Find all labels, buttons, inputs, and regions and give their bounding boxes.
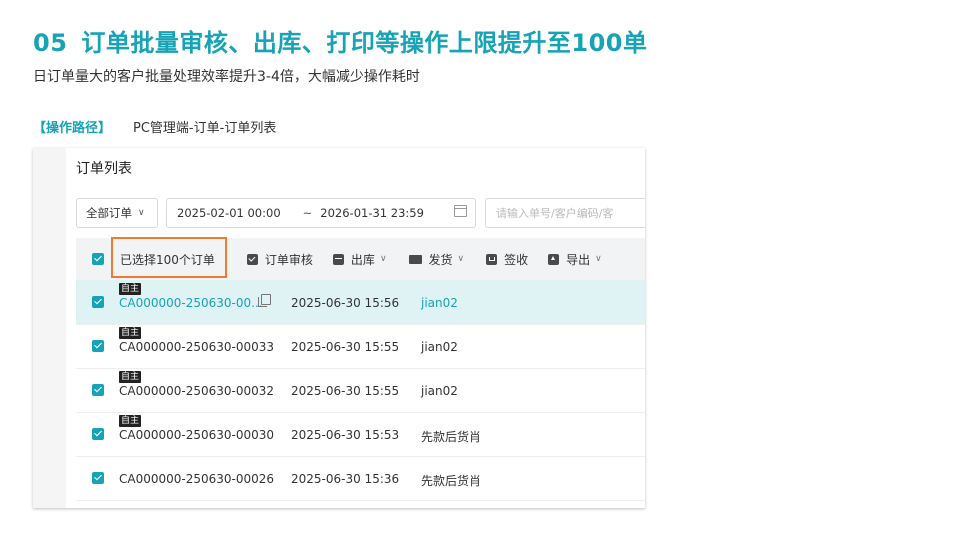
screenshot-frame: 订单列表 全部订单 ∨ 2025-02-01 00:00 ~ 2026-01-3… [33,148,645,508]
order-time: 2025-06-30 15:53 [291,428,400,442]
chevron-down-icon: ∨ [138,208,145,218]
path-value: PC管理端-订单-订单列表 [133,121,277,136]
order-number[interactable]: CA000000-250630-00026 [119,472,274,486]
customer-name: jian02 [421,296,458,310]
chevron-down-icon: ∨ [595,254,602,264]
table-row[interactable]: 自主 CA000000-250630-00033 2025-06-30 15:5… [76,324,645,369]
path-tag: 【操作路径】 [33,121,112,136]
box-icon [332,253,344,265]
status-badge: 自主 [119,283,142,295]
chevron-down-icon: ∨ [379,254,387,264]
calendar-icon[interactable] [454,205,467,217]
check-square-icon [246,253,258,265]
order-filter-select[interactable]: 全部订单 ∨ [76,198,158,228]
page-title: 订单列表 [76,161,132,177]
order-list-panel: 订单列表 全部订单 ∨ 2025-02-01 00:00 ~ 2026-01-3… [66,148,645,508]
search-input[interactable] [496,206,645,220]
slide-title: 05 订单批量审核、出库、打印等操作上限提升至100单 [33,23,648,58]
customer-name: 先款后货肖 [421,430,482,444]
row-checkbox[interactable] [92,384,104,396]
table-row[interactable]: 自主 CA000000-250630-00030 2025-06-30 15:5… [76,412,645,457]
table-row[interactable]: 自主 CA000000-250630-00... 2025-06-30 15:5… [76,280,645,325]
date-end: 2026-01-31 23:59 [320,206,424,220]
table-row[interactable]: 自主 CA000000-250630-00032 2025-06-30 15:5… [76,368,645,413]
row-checkbox[interactable] [92,340,104,352]
date-start: 2025-02-01 00:00 [177,206,281,220]
select-all-checkbox[interactable] [92,253,104,265]
audit-label: 订单审核 [264,252,313,267]
date-range-picker[interactable]: 2025-02-01 00:00 ~ 2026-01-31 23:59 [166,198,476,228]
copy-icon[interactable] [258,294,271,307]
customer-name: 先款后货肖 [421,474,482,488]
row-checkbox[interactable] [92,296,104,308]
upload-icon [548,253,560,265]
export-button[interactable]: 导出 ∨ [548,251,602,268]
ship-button[interactable]: 发货 ∨ [408,251,465,268]
bag-icon [486,253,498,265]
slide-number: 05 [33,29,68,57]
status-badge: 自主 [119,371,142,383]
sign-label: 签收 [504,252,529,267]
slide-heading: 订单批量审核、出库、打印等操作上限提升至100单 [81,29,648,57]
order-time: 2025-06-30 15:55 [291,384,400,398]
status-badge: 自主 [119,327,142,339]
row-checkbox[interactable] [92,472,104,484]
customer-name: jian02 [421,340,458,354]
slide-subtitle: 日订单量大的客户批量处理效率提升3-4倍，大幅减少操作耗时 [33,69,420,85]
order-number[interactable]: CA000000-250630-00... [119,296,263,310]
order-number[interactable]: CA000000-250630-00030 [119,428,274,442]
order-number[interactable]: CA000000-250630-00033 [119,340,274,354]
selection-highlight-box [111,237,227,278]
sign-button[interactable]: 签收 [486,251,528,268]
status-badge: 自主 [119,415,142,427]
truck-icon [408,254,422,264]
export-label: 导出 [566,252,591,267]
order-time: 2025-06-30 15:36 [291,472,400,486]
table-row[interactable]: CA000000-250630-00026 2025-06-30 15:36 先… [76,456,645,501]
outbound-button[interactable]: 出库 ∨ [332,251,387,268]
audit-button[interactable]: 订单审核 [246,251,313,268]
order-number[interactable]: CA000000-250630-00032 [119,384,274,398]
outbound-label: 出库 [350,252,375,267]
order-filter-value: 全部订单 [86,206,132,220]
chevron-down-icon: ∨ [457,254,465,264]
search-box[interactable] [485,198,645,228]
ship-label: 发货 [428,252,453,267]
order-time: 2025-06-30 15:56 [291,296,400,310]
operation-path: 【操作路径】 PC管理端-订单-订单列表 [33,117,276,136]
date-separator: ~ [302,206,313,220]
order-time: 2025-06-30 15:55 [291,340,400,354]
customer-name: jian02 [421,384,458,398]
row-checkbox[interactable] [92,428,104,440]
